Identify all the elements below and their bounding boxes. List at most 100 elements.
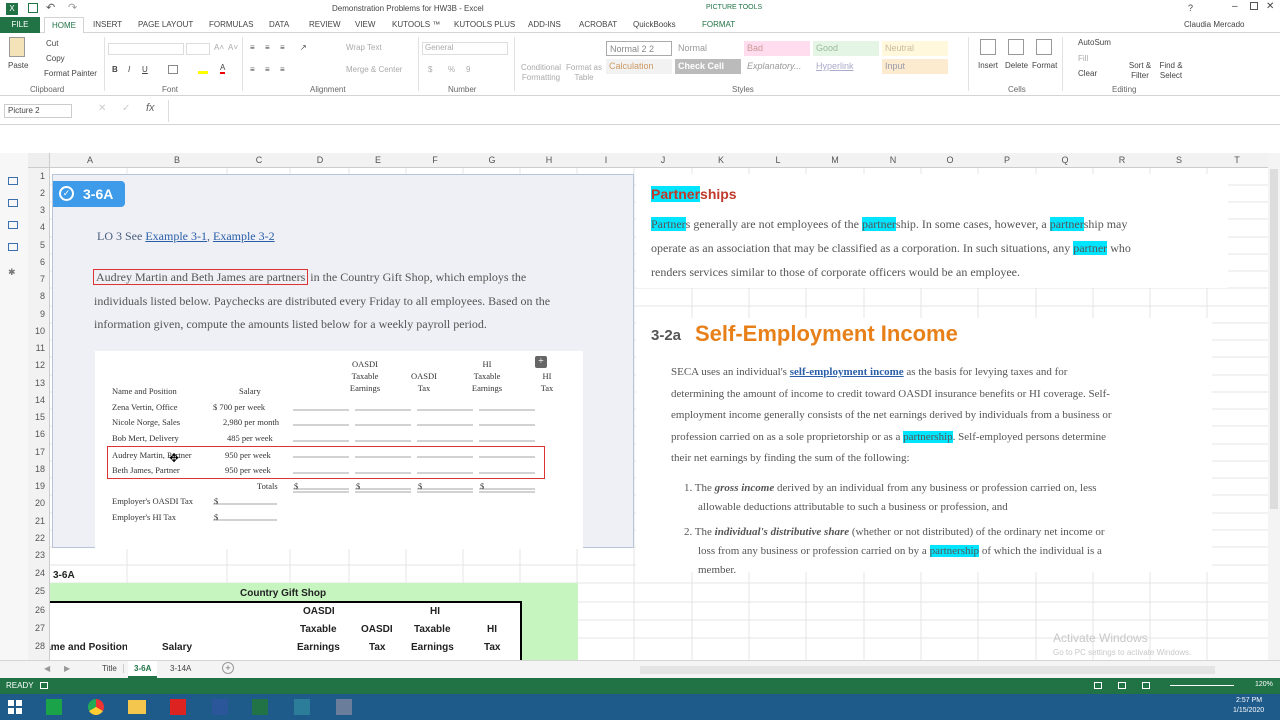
chrome-icon[interactable] [88, 699, 104, 715]
cell-shop-title[interactable]: Country Gift Shop [240, 588, 326, 599]
macro-record-icon[interactable] [40, 682, 48, 689]
partnerships-picture[interactable]: Partnerships Partners generally are not … [636, 174, 1228, 288]
format-cells-button[interactable]: Format [1032, 61, 1057, 70]
align-middle-icon[interactable]: ≡ [265, 43, 270, 52]
col-m[interactable]: M [831, 155, 839, 165]
col-f[interactable]: F [432, 155, 438, 165]
example-3-2-link[interactable]: Example 3-2 [213, 229, 275, 243]
col-a[interactable]: A [87, 155, 93, 165]
row-22[interactable]: 22 [35, 533, 45, 543]
zoom-slider[interactable] [1170, 685, 1234, 686]
page-layout-view-icon[interactable] [1118, 682, 1126, 689]
col-e[interactable]: E [375, 155, 381, 165]
tab-insert[interactable]: INSERT [93, 20, 122, 29]
cell-tax-header[interactable]: Tax [369, 642, 386, 653]
borders-icon[interactable] [168, 65, 178, 74]
row-26[interactable]: 26 [35, 605, 45, 615]
fill-button[interactable]: Fill [1078, 54, 1088, 63]
paste-button[interactable]: Paste [8, 61, 28, 70]
style-normal-2-2[interactable]: Normal 2 2 [606, 41, 672, 56]
row-11[interactable]: 11 [36, 343, 45, 353]
tab-page-layout[interactable]: PAGE LAYOUT [138, 20, 193, 29]
number-format-box[interactable]: General [422, 42, 508, 55]
row-9[interactable]: 9 [40, 309, 45, 319]
cell-name-position-header[interactable]: Name and Position [50, 642, 127, 656]
row-27[interactable]: 27 [35, 623, 45, 633]
maximize-button[interactable] [1250, 2, 1258, 10]
cell-taxable-header[interactable]: Taxable [300, 624, 337, 635]
clock-time[interactable]: 2:57 PM [1236, 697, 1262, 704]
row-6[interactable]: 6 [40, 257, 45, 267]
cancel-icon[interactable]: ✕ [98, 103, 106, 114]
nav-columns-icon[interactable] [8, 243, 18, 251]
row-14[interactable]: 14 [35, 395, 45, 405]
example-3-1-link[interactable]: Example 3-1 [145, 229, 207, 243]
seca-picture[interactable]: 3-2a Self-Employment Income SECA uses an… [636, 318, 1212, 576]
bold-button[interactable]: B [112, 65, 118, 74]
undo-icon[interactable]: ↶ [46, 1, 55, 14]
col-h[interactable]: H [546, 155, 553, 165]
new-sheet-button[interactable]: + [222, 662, 234, 674]
cell-earnings-header[interactable]: Earnings [297, 642, 340, 653]
autosum-button[interactable]: AutoSum [1078, 38, 1111, 47]
row-5[interactable]: 5 [40, 240, 45, 250]
row-19[interactable]: 19 [35, 481, 45, 491]
prev-sheet-icon[interactable]: ◀ [44, 664, 50, 673]
currency-button[interactable]: $ [428, 65, 432, 74]
next-sheet-icon[interactable]: ▶ [64, 664, 70, 673]
tab-formulas[interactable]: FORMULAS [209, 20, 253, 29]
nav-sheets-icon[interactable] [8, 199, 18, 207]
percent-button[interactable]: % [448, 65, 455, 74]
style-good[interactable]: Good [813, 41, 879, 56]
sheet-tab-3-14a[interactable]: 3-14A [164, 664, 197, 673]
col-l[interactable]: L [775, 155, 780, 165]
find-select-button[interactable]: Find & Select [1154, 61, 1188, 81]
clear-button[interactable]: Clear [1078, 69, 1097, 78]
merge-center-button[interactable]: Merge & Center [346, 65, 402, 74]
cell-hi-earnings-header[interactable]: Earnings [411, 642, 454, 653]
cell-hi-tax2-header[interactable]: Tax [484, 642, 501, 653]
vertical-scrollbar[interactable] [1268, 153, 1280, 660]
grow-font-button[interactable]: A˄ [214, 43, 224, 52]
paste-icon[interactable] [9, 37, 25, 57]
style-input[interactable]: Input [882, 59, 948, 74]
style-explanatory[interactable]: Explanatory... [744, 59, 810, 74]
col-j[interactable]: J [661, 155, 666, 165]
sheet-tab-title[interactable]: Title [96, 664, 124, 673]
enter-icon[interactable]: ✓ [122, 103, 130, 114]
wrap-text-button[interactable]: Wrap Text [346, 43, 382, 52]
col-p[interactable]: P [1004, 155, 1010, 165]
sheet-tab-3-6a[interactable]: 3-6A [128, 661, 158, 678]
redo-icon[interactable]: ↷ [68, 1, 77, 14]
tab-acrobat[interactable]: ACROBAT [579, 20, 617, 29]
row-4[interactable]: 4 [40, 222, 45, 232]
row-21[interactable]: 21 [35, 516, 45, 526]
excel-icon[interactable] [252, 699, 268, 715]
tab-quickbooks[interactable]: QuickBooks [633, 20, 676, 29]
row-7[interactable]: 7 [40, 274, 45, 284]
cell-oasdi-header[interactable]: OASDI [303, 606, 335, 617]
tab-format[interactable]: FORMAT [702, 20, 735, 29]
col-n[interactable]: N [890, 155, 897, 165]
col-s[interactable]: S [1176, 155, 1182, 165]
col-q[interactable]: Q [1061, 155, 1068, 165]
save-icon[interactable] [28, 3, 38, 13]
cell-hi-tax-header[interactable]: HI [487, 624, 497, 635]
fill-color-icon[interactable] [198, 65, 208, 74]
row-16[interactable]: 16 [35, 429, 45, 439]
word-icon[interactable] [212, 699, 228, 715]
col-g[interactable]: G [488, 155, 495, 165]
conditional-formatting-button[interactable]: Conditional Formatting [518, 63, 564, 83]
orientation-icon[interactable]: ↗ [300, 43, 307, 52]
cut-button[interactable]: Cut [46, 39, 58, 48]
col-t[interactable]: T [1234, 155, 1240, 165]
style-normal[interactable]: Normal [675, 41, 741, 56]
cell-a24[interactable]: 3-6A [53, 570, 75, 581]
cell-hi-header[interactable]: HI [430, 606, 440, 617]
tab-home[interactable]: HOME [44, 17, 84, 34]
scroll-thumb[interactable] [1270, 169, 1278, 509]
user-name[interactable]: Claudia Mercado [1184, 20, 1244, 29]
fx-button[interactable]: fx [146, 102, 155, 114]
sort-filter-button[interactable]: Sort & Filter [1126, 61, 1154, 81]
row-20[interactable]: 20 [35, 498, 45, 508]
